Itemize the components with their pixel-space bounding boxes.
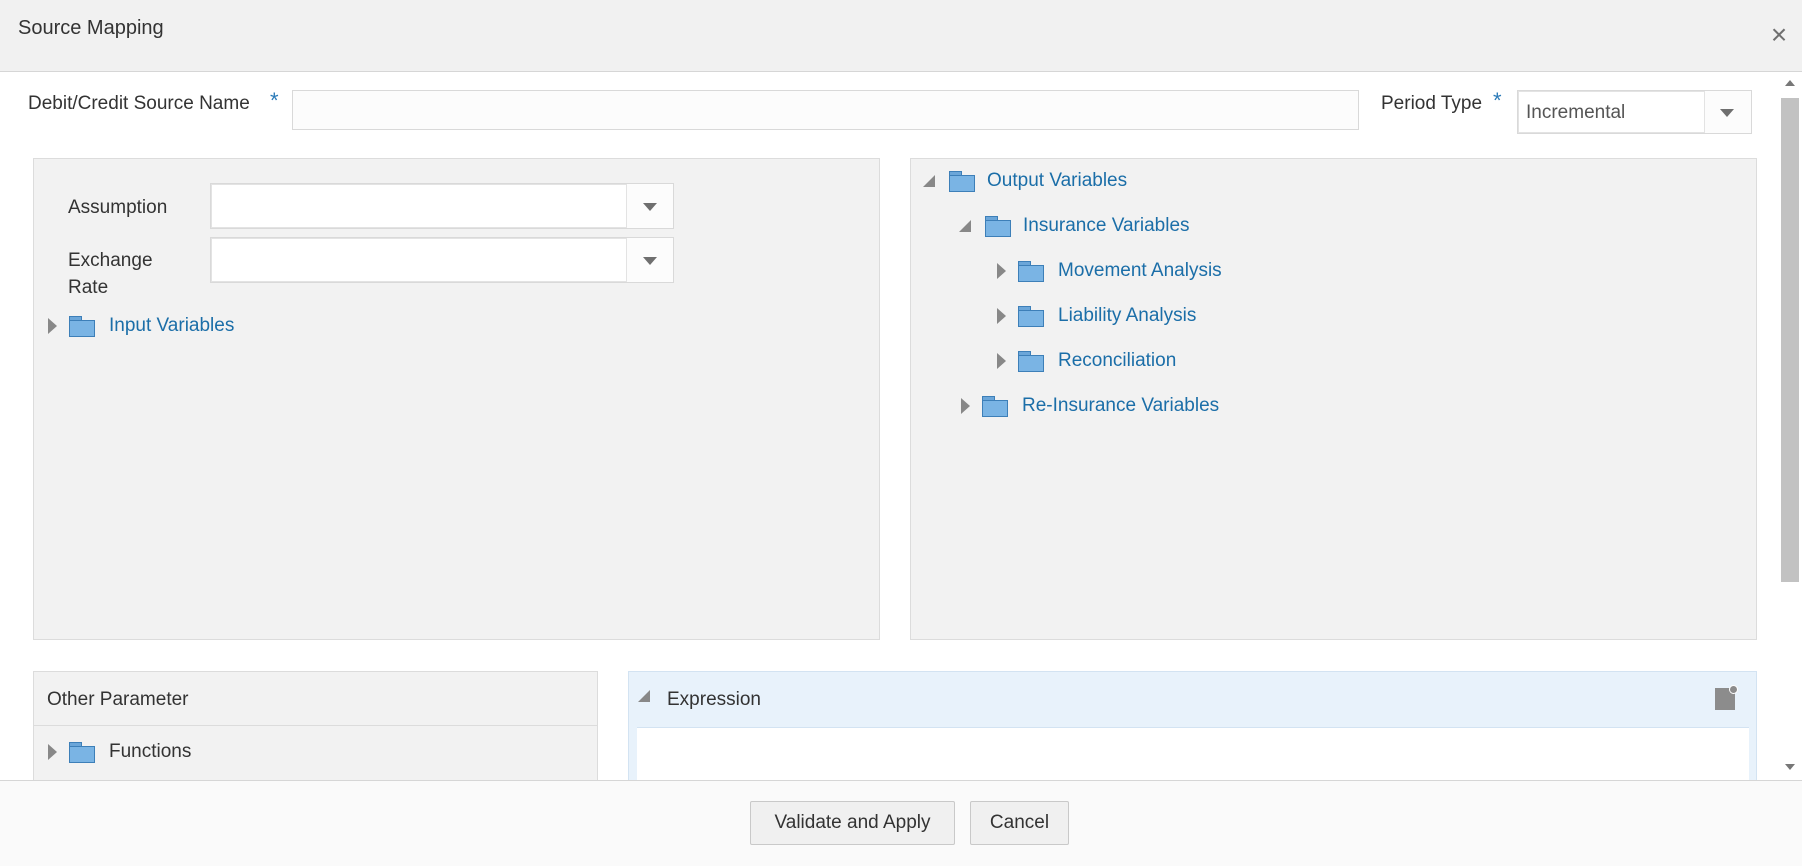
tree-node-label[interactable]: Liability Analysis [1058, 305, 1196, 327]
expand-icon[interactable] [997, 308, 1006, 324]
tree-node-reinsurance-variables[interactable]: Re-Insurance Variables [961, 392, 1219, 420]
period-type-select[interactable]: Incremental [1517, 90, 1752, 134]
assumption-select[interactable] [210, 183, 674, 229]
collapse-icon[interactable] [638, 690, 650, 702]
assumption-value-box [211, 184, 627, 228]
expression-panel: Expression [628, 671, 1757, 780]
tree-node-label[interactable]: Insurance Variables [1023, 215, 1190, 237]
expand-icon[interactable] [48, 318, 57, 334]
other-parameter-title: Other Parameter [47, 689, 189, 710]
dialog-title: Source Mapping [18, 17, 164, 39]
exchange-rate-select[interactable] [210, 237, 674, 283]
output-panel: Output Variables Insurance Variables Mov… [910, 158, 1757, 640]
expression-editor[interactable] [637, 727, 1749, 780]
tree-node-input-variables[interactable]: Input Variables [48, 312, 234, 340]
tree-node-reconciliation[interactable]: Reconciliation [997, 347, 1176, 375]
scroll-up-icon[interactable] [1785, 80, 1795, 86]
chevron-down-icon[interactable] [643, 257, 657, 265]
tree-node-label[interactable]: Movement Analysis [1058, 260, 1222, 282]
folder-icon [69, 742, 95, 763]
exchange-rate-label-line2: Rate [68, 277, 109, 298]
assumption-label: Assumption [68, 197, 168, 218]
expand-icon[interactable] [997, 353, 1006, 369]
tree-node-label[interactable]: Reconciliation [1058, 350, 1176, 372]
source-name-label: Debit/Credit Source Name [28, 93, 250, 114]
exchange-rate-value-box [211, 238, 627, 282]
expand-icon[interactable] [997, 263, 1006, 279]
folder-icon [1018, 306, 1044, 327]
expand-icon[interactable] [961, 398, 970, 414]
chevron-down-icon[interactable] [1720, 109, 1734, 117]
dialog-content: Debit/Credit Source Name * Period Type *… [0, 72, 1778, 780]
required-indicator: * [1493, 88, 1502, 113]
collapse-icon[interactable] [959, 220, 971, 232]
dialog-footer: Validate and Apply Cancel [0, 780, 1802, 866]
required-indicator: * [270, 88, 279, 113]
edit-expression-icon[interactable] [1715, 685, 1738, 710]
tree-node-label[interactable]: Input Variables [109, 315, 234, 337]
tree-node-label[interactable]: Functions [109, 741, 191, 763]
tree-node-insurance-variables[interactable]: Insurance Variables [959, 212, 1190, 240]
validate-and-apply-button[interactable]: Validate and Apply [750, 801, 955, 845]
tree-node-output-variables[interactable]: Output Variables [923, 167, 1127, 195]
tree-node-label[interactable]: Re-Insurance Variables [1022, 395, 1219, 417]
dialog-header: Source Mapping × [0, 0, 1802, 72]
expression-header: Expression [629, 672, 1756, 726]
input-panel: Assumption Exchange Rate Input Variables [33, 158, 880, 640]
folder-icon [985, 216, 1011, 237]
tree-node-label[interactable]: Output Variables [987, 170, 1127, 192]
expand-icon[interactable] [48, 744, 57, 760]
tree-node-functions[interactable]: Functions [48, 738, 191, 766]
folder-icon [69, 316, 95, 337]
scroll-down-icon[interactable] [1785, 764, 1795, 770]
folder-icon [1018, 261, 1044, 282]
tree-node-liability-analysis[interactable]: Liability Analysis [997, 302, 1196, 330]
folder-icon [949, 171, 975, 192]
scroll-thumb[interactable] [1781, 98, 1799, 582]
vertical-scrollbar[interactable] [1778, 72, 1802, 780]
other-parameter-header: Other Parameter [34, 672, 597, 726]
chevron-down-icon[interactable] [643, 203, 657, 211]
expression-title: Expression [667, 689, 761, 710]
other-parameter-panel: Other Parameter Functions [33, 671, 598, 780]
folder-icon [1018, 351, 1044, 372]
period-type-value: Incremental [1526, 102, 1626, 123]
tree-node-movement-analysis[interactable]: Movement Analysis [997, 257, 1222, 285]
folder-icon [982, 396, 1008, 417]
collapse-icon[interactable] [923, 175, 935, 187]
source-name-input[interactable] [292, 90, 1359, 130]
period-type-label: Period Type [1381, 93, 1483, 114]
close-icon[interactable]: × [1766, 21, 1792, 49]
exchange-rate-label-line1: Exchange [68, 250, 153, 271]
cancel-button[interactable]: Cancel [970, 801, 1069, 845]
